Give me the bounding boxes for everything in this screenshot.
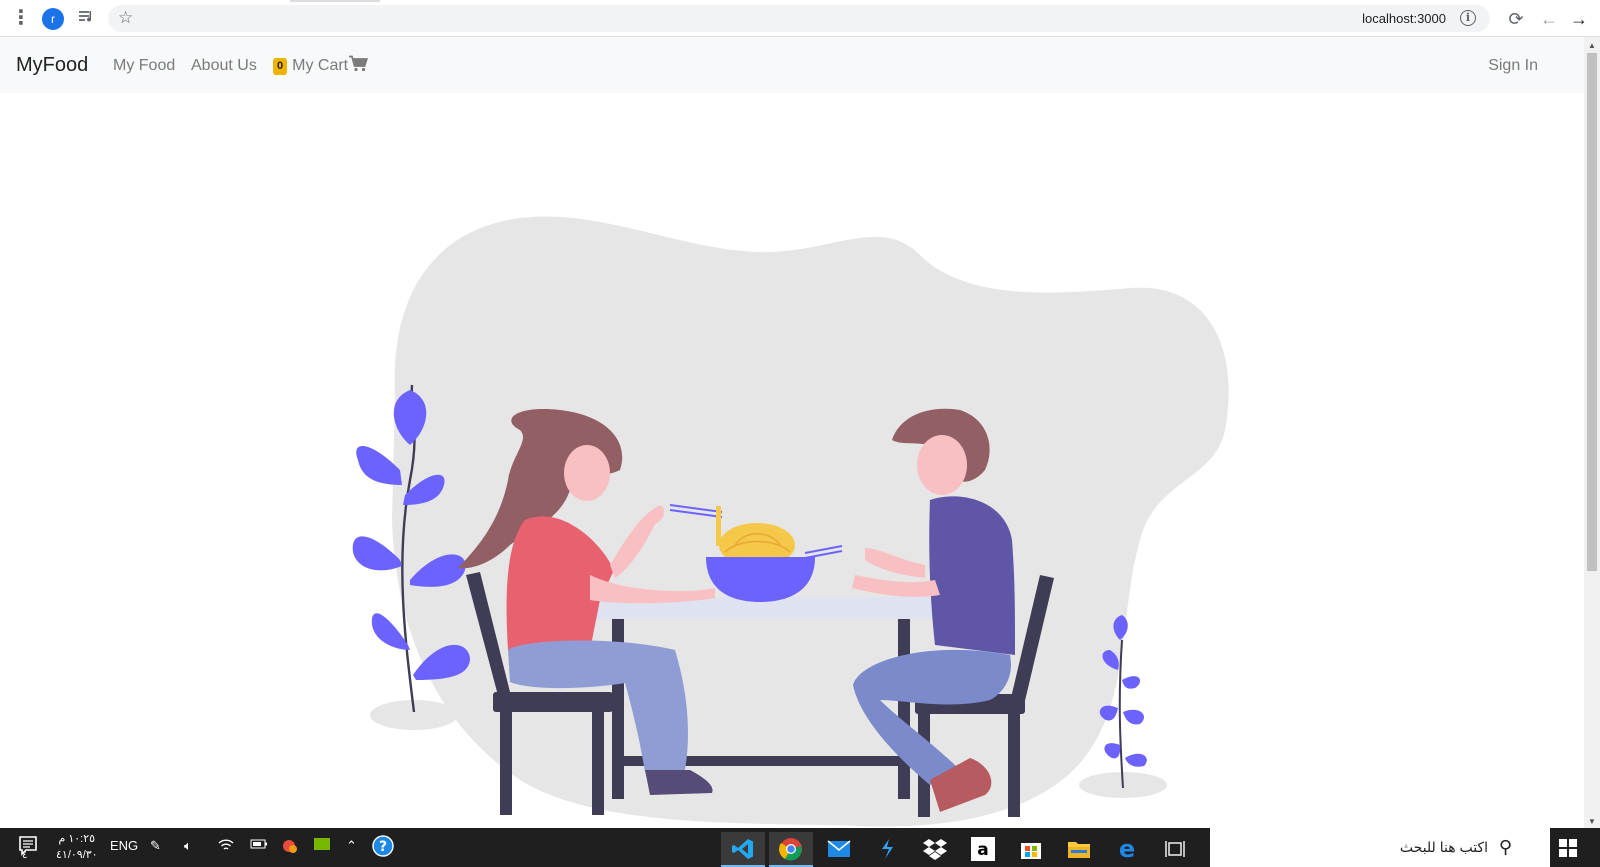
media-control-icon[interactable] <box>75 8 97 30</box>
site-info-icon[interactable]: i <box>1460 10 1476 26</box>
svg-text:a: a <box>977 840 988 860</box>
taskbar-app-microsoft-store[interactable] <box>1009 832 1053 867</box>
browser-toolbar: ⋮ r ☆ localhost:3000 i ⟳ ← → <box>0 0 1600 37</box>
brand-logo[interactable]: MyFood <box>16 54 88 77</box>
forward-arrow-icon[interactable]: → <box>1568 8 1590 30</box>
taskbar-search-box[interactable]: اكتب هنا للبحث ⚲ <box>1210 828 1550 867</box>
show-hidden-icons-icon[interactable]: ⌃ <box>346 838 357 854</box>
hero-illustration <box>352 216 1229 827</box>
reload-icon[interactable]: ⟳ <box>1505 8 1527 30</box>
vertical-scrollbar[interactable]: ▲ ▼ <box>1584 37 1600 828</box>
taskbar-app-amazon[interactable]: a <box>961 832 1005 867</box>
nav-link-my-cart[interactable]: 0 My Cart <box>273 55 369 77</box>
shopping-cart-icon <box>349 55 369 77</box>
sign-in-link[interactable]: Sign In <box>1488 57 1538 75</box>
kebab-menu-icon[interactable]: ⋮ <box>10 8 32 30</box>
taskbar-task-view-icon[interactable] <box>1153 832 1197 867</box>
scroll-thumb[interactable] <box>1587 53 1597 571</box>
nvidia-icon[interactable] <box>314 838 330 853</box>
cart-count-badge: 0 <box>273 57 288 75</box>
windows-start-icon[interactable] <box>1559 839 1577 857</box>
site-navbar: MyFood My Food About Us 0 My Cart Sign I… <box>0 37 1584 93</box>
page-content <box>0 93 1584 828</box>
battery-icon[interactable] <box>250 838 268 853</box>
clock-time: ١٠:٢٥ م <box>58 833 96 845</box>
address-bar[interactable]: ☆ localhost:3000 i <box>108 5 1490 32</box>
action-center-icon[interactable] <box>18 835 38 860</box>
back-arrow-icon[interactable]: ← <box>1538 8 1560 30</box>
nav-link-about-us[interactable]: About Us <box>191 57 257 75</box>
system-clock[interactable]: ١٠:٢٥ م ٤١/٠٩/٣٠ <box>56 831 98 863</box>
taskbar-app-file-explorer[interactable] <box>1057 832 1101 867</box>
notification-count: ٤ <box>22 850 28 861</box>
taskbar-app-dropbox[interactable] <box>913 832 957 867</box>
nav-link-my-food[interactable]: My Food <box>113 57 175 75</box>
app-tray-icon[interactable] <box>282 838 298 857</box>
profile-avatar[interactable]: r <box>42 8 64 30</box>
volume-icon[interactable]: 🔈︎ <box>184 838 192 854</box>
svg-text:?: ? <box>379 839 387 855</box>
scroll-down-arrow-icon[interactable]: ▼ <box>1588 817 1596 826</box>
taskbar-app-vscode[interactable] <box>721 832 765 867</box>
taskbar-app-edge[interactable]: e <box>1105 832 1149 867</box>
input-language[interactable]: ENG <box>110 838 138 853</box>
tab-indicator <box>290 0 380 2</box>
search-icon: ⚲ <box>1498 837 1512 857</box>
svg-text:e: e <box>1119 837 1135 861</box>
wifi-icon[interactable] <box>218 838 234 855</box>
clock-date: ٤١/٠٩/٣٠ <box>56 849 98 861</box>
taskbar-app-mail[interactable] <box>817 832 861 867</box>
cart-label: My Cart <box>292 57 349 74</box>
windows-taskbar: ٤ ١٠:٢٥ م ٤١/٠٩/٣٠ ENG ✎ 🔈︎ ⌃ ? a e اكتب… <box>0 828 1600 867</box>
help-icon[interactable]: ? <box>372 835 394 860</box>
bookmark-star-icon[interactable]: ☆ <box>118 8 133 28</box>
pen-icon[interactable]: ✎ <box>150 838 161 854</box>
taskbar-app-visual-studio[interactable] <box>865 832 909 867</box>
url-text[interactable]: localhost:3000 <box>1362 11 1446 26</box>
taskbar-app-chrome[interactable] <box>769 832 813 867</box>
search-placeholder: اكتب هنا للبحث <box>1399 839 1488 855</box>
scroll-up-arrow-icon[interactable]: ▲ <box>1588 41 1596 50</box>
